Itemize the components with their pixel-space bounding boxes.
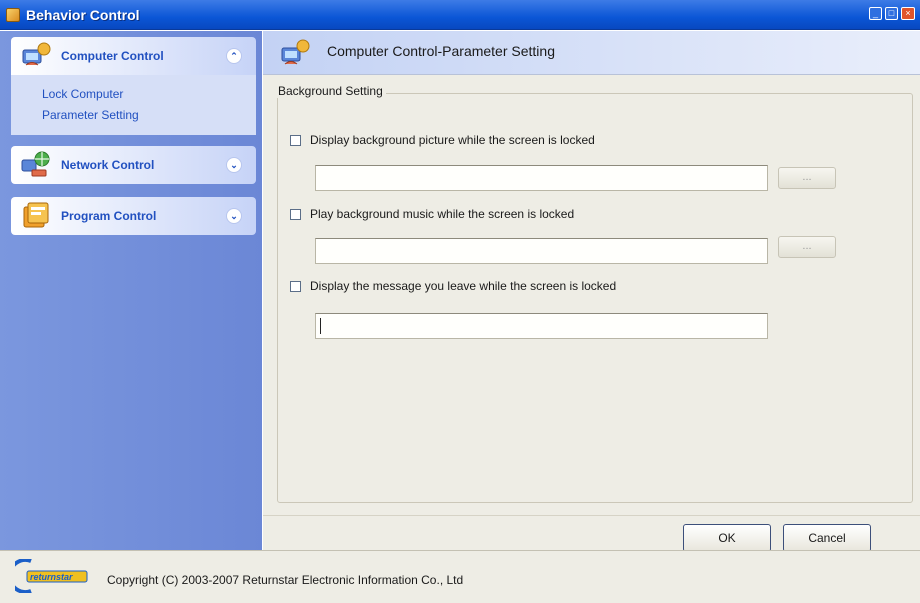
computer-control-icon xyxy=(281,39,310,65)
sidebar-group-label: Program Control xyxy=(61,209,157,223)
collapse-icon[interactable]: ⌃ xyxy=(226,48,242,64)
logo-text: returnstar xyxy=(30,572,73,582)
sidebar-group-label: Computer Control xyxy=(61,49,164,63)
app-icon xyxy=(6,8,20,22)
sidebar-group-computer-control[interactable]: Computer Control ⌃ xyxy=(11,37,256,75)
background-music-path-input[interactable] xyxy=(315,238,768,264)
computer-control-icon xyxy=(22,42,51,66)
ok-button[interactable]: OK xyxy=(683,524,771,552)
background-picture-label: Display background picture while the scr… xyxy=(310,133,595,147)
background-setting-group xyxy=(277,93,913,503)
browse-picture-button[interactable]: ... xyxy=(778,167,836,189)
sidebar-group-program-control[interactable]: Program Control ⌄ xyxy=(11,197,256,235)
maximize-icon[interactable]: □ xyxy=(885,7,898,20)
text-caret xyxy=(320,318,321,334)
status-bar: returnstar Copyright (C) 2003-2007 Retur… xyxy=(0,550,920,603)
sidebar-item-lock-computer[interactable]: Lock Computer xyxy=(42,87,123,101)
settings-content: Background Setting Display background pi… xyxy=(263,75,920,515)
background-music-checkbox[interactable] xyxy=(290,209,301,220)
expand-icon[interactable]: ⌄ xyxy=(226,157,242,173)
sidebar-group-network-control[interactable]: Network Control ⌄ xyxy=(11,146,256,184)
sidebar-group-body: Lock Computer Parameter Setting xyxy=(11,75,256,135)
copyright-text: Copyright (C) 2003-2007 Returnstar Elect… xyxy=(107,573,464,587)
page-title: Computer Control-Parameter Setting xyxy=(327,43,555,59)
sidebar: Computer Control ⌃ Lock Computer Paramet… xyxy=(0,31,262,550)
group-title: Background Setting xyxy=(275,84,386,98)
program-control-icon xyxy=(23,202,49,228)
background-music-label: Play background music while the screen i… xyxy=(310,207,575,221)
background-picture-checkbox[interactable] xyxy=(290,135,301,146)
browse-music-button[interactable]: ... xyxy=(778,236,836,258)
leave-message-input[interactable] xyxy=(315,313,768,339)
minimize-icon[interactable]: _ xyxy=(869,7,882,20)
expand-icon[interactable]: ⌄ xyxy=(226,208,242,224)
sidebar-item-parameter-setting[interactable]: Parameter Setting xyxy=(42,108,139,122)
network-control-icon xyxy=(21,151,50,177)
sidebar-group-label: Network Control xyxy=(61,158,155,172)
title-bar[interactable]: Behavior Control _ □ × xyxy=(0,0,920,30)
close-icon[interactable]: × xyxy=(901,7,915,20)
cancel-button[interactable]: Cancel xyxy=(783,524,871,552)
leave-message-label: Display the message you leave while the … xyxy=(310,279,617,293)
panel-header: Computer Control-Parameter Setting xyxy=(263,31,920,75)
window-title: Behavior Control xyxy=(26,7,140,23)
returnstar-logo: returnstar xyxy=(15,559,88,593)
background-picture-path-input[interactable] xyxy=(315,165,768,191)
dialog-footer: OK Cancel xyxy=(263,515,920,552)
leave-message-checkbox[interactable] xyxy=(290,281,301,292)
main-panel: Computer Control-Parameter Setting Backg… xyxy=(263,31,920,552)
